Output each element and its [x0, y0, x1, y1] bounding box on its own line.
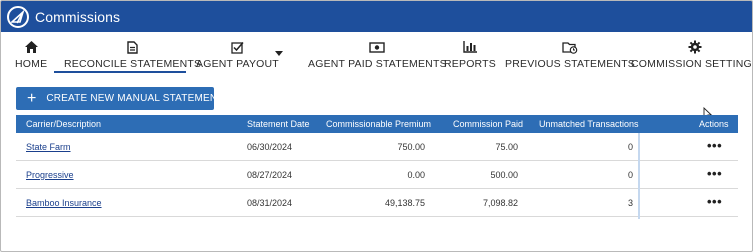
header-statement-date[interactable]: Statement Date	[247, 115, 310, 133]
unmatched-transactions: 0	[627, 142, 633, 152]
nav-label-reports: REPORTS	[444, 58, 496, 70]
header-actions: Actions	[699, 119, 729, 129]
nav-label-agent-payout: AGENT PAYOUT	[196, 58, 279, 70]
row-actions-menu[interactable]: •••	[707, 189, 722, 217]
folder-clock-icon	[562, 39, 578, 55]
statement-date: 08/31/2024	[247, 198, 293, 208]
header-carrier[interactable]: Carrier/Description	[26, 115, 101, 133]
table-row: Progressive 08/27/2024 0.00 500.00 0 •••	[16, 161, 738, 189]
header-unmatched-transactions[interactable]: Unmatched Transactions	[539, 115, 639, 133]
statements-table: Carrier/Description Statement Date Commi…	[16, 115, 738, 217]
carrier-link[interactable]: Progressive	[26, 161, 74, 189]
money-icon	[369, 39, 386, 55]
header-commissionable-premium[interactable]: Commissionable Premium	[326, 115, 431, 133]
create-manual-statement-button[interactable]: + CREATE NEW MANUAL STATEMENT	[16, 87, 223, 110]
unmatched-transactions: 3	[627, 198, 633, 208]
app-window: Commissions HOME RECONCILE STATEMENTS AG…	[0, 0, 753, 252]
nav-item-agent-paid-statements[interactable]: AGENT PAID STATEMENTS	[308, 32, 447, 75]
nav-item-reconcile-statements[interactable]: RECONCILE STATEMENTS	[64, 32, 201, 75]
gear-icon	[688, 39, 702, 55]
nav-item-agent-payout[interactable]: AGENT PAYOUT	[196, 32, 279, 75]
table-row: State Farm 06/30/2024 750.00 75.00 0 •••	[16, 133, 738, 161]
main-nav: HOME RECONCILE STATEMENTS AGENT PAYOUT A…	[1, 32, 753, 75]
nav-item-reports[interactable]: REPORTS	[444, 32, 496, 75]
statement-date: 08/27/2024	[247, 170, 293, 180]
column-divider	[638, 133, 640, 219]
nav-label-commission-settings: COMMISSION SETTINGS	[631, 58, 753, 70]
title-bar: Commissions	[1, 1, 752, 32]
app-logo-icon	[7, 5, 29, 28]
bar-chart-icon	[463, 39, 477, 55]
home-icon	[24, 39, 38, 55]
header-commission-paid[interactable]: Commission Paid	[453, 115, 523, 133]
nav-label-home: HOME	[15, 58, 48, 70]
nav-label-agent-paid-statements: AGENT PAID STATEMENTS	[308, 58, 447, 70]
row-actions-menu[interactable]: •••	[707, 133, 722, 161]
chevron-down-icon[interactable]	[275, 51, 283, 56]
app-title: Commissions	[35, 8, 121, 25]
commission-paid: 75.00	[495, 142, 518, 152]
commissionable-premium: 49,138.75	[384, 198, 425, 208]
table-row: Bamboo Insurance 08/31/2024 49,138.75 7,…	[16, 189, 738, 217]
checkbox-icon	[231, 39, 244, 55]
nav-item-home[interactable]: HOME	[15, 32, 47, 75]
unmatched-transactions: 0	[627, 170, 633, 180]
row-actions-menu[interactable]: •••	[707, 161, 722, 189]
create-button-label: CREATE NEW MANUAL STATEMENT	[46, 93, 224, 104]
document-icon	[127, 39, 138, 55]
commissionable-premium: 750.00	[397, 142, 425, 152]
plus-icon: +	[27, 89, 37, 107]
nav-item-previous-statements[interactable]: PREVIOUS STATEMENTS	[505, 32, 635, 75]
carrier-link[interactable]: State Farm	[26, 133, 71, 161]
commission-paid: 7,098.82	[482, 198, 518, 208]
nav-item-commission-settings[interactable]: COMMISSION SETTINGS	[631, 32, 753, 75]
nav-label-reconcile-statements: RECONCILE STATEMENTS	[64, 58, 202, 70]
commission-paid: 500.00	[490, 170, 518, 180]
commissionable-premium: 0.00	[407, 170, 425, 180]
carrier-link[interactable]: Bamboo Insurance	[26, 189, 102, 217]
active-tab-indicator	[54, 71, 186, 73]
statement-date: 06/30/2024	[247, 142, 293, 152]
table-header: Carrier/Description Statement Date Commi…	[16, 115, 738, 133]
nav-label-previous-statements: PREVIOUS STATEMENTS	[505, 58, 636, 70]
